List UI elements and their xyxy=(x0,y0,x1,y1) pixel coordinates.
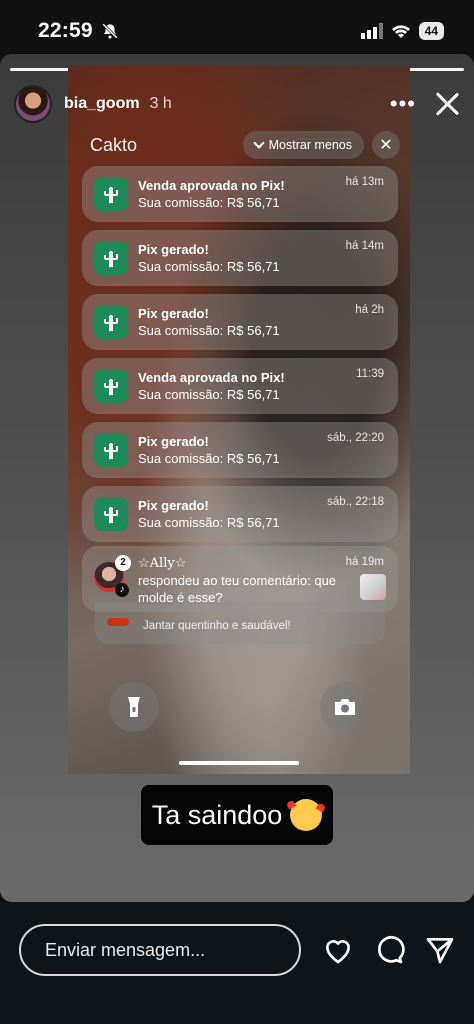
notification-time: sáb., 22:20 xyxy=(327,432,384,444)
notification-time: há 13m xyxy=(345,176,384,188)
notification-card: Venda aprovada no Pix! Sua comissão: R$ 5… xyxy=(82,358,398,414)
wifi-icon xyxy=(391,25,410,38)
notification-title: Venda aprovada no Pix! xyxy=(138,370,285,385)
stacked-app-icon xyxy=(107,618,129,626)
notification-card: Pix gerado! Sua comissão: R$ 56,71 há 2h xyxy=(82,294,398,350)
avatar[interactable] xyxy=(14,85,52,123)
notification-count-badge: 2 xyxy=(115,555,131,571)
message-input[interactable] xyxy=(19,924,301,976)
cactus-icon xyxy=(94,241,128,275)
notification-card: Pix gerado! Sua comissão: R$ 56,71 sáb., 2… xyxy=(82,486,398,542)
notification-body: Sua comissão: R$ 56,71 xyxy=(138,515,280,530)
notification-body: Sua comissão: R$ 56,71 xyxy=(138,323,280,338)
tiktok-notification-body: respondeu ao teu comentário: que molde é… xyxy=(138,573,337,605)
notification-group-header: Cakto Mostrar menos ✕ xyxy=(90,130,400,160)
notification-time: há 2h xyxy=(355,304,384,316)
notification-body: Sua comissão: R$ 56,71 xyxy=(138,451,280,466)
show-less-button: Mostrar menos xyxy=(242,131,364,159)
tiktok-notification-text: ☆Ally☆ respondeu ao teu comentário: que … xyxy=(138,556,360,607)
flashlight-button xyxy=(109,682,159,732)
camera-icon xyxy=(335,699,355,715)
signal-icon xyxy=(360,23,383,39)
story-header: bia_goom 3 h ••• xyxy=(14,84,460,124)
cactus-icon xyxy=(94,369,128,403)
cactus-icon xyxy=(94,433,128,467)
smiling-face-with-hearts-icon xyxy=(290,799,323,831)
tiktok-thumbnail xyxy=(360,574,386,600)
bell-slash-icon xyxy=(101,23,118,39)
story-time-ago: 3 h xyxy=(149,95,172,112)
tiktok-notification: 2 ♪ ☆Ally☆ respondeu ao teu comentário: … xyxy=(82,546,398,612)
close-icon[interactable] xyxy=(434,91,460,117)
notification-body: Sua comissão: R$ 56,71 xyxy=(138,387,280,402)
tiktok-notification-name: ☆Ally☆ xyxy=(138,556,187,571)
story-username[interactable]: bia_goom xyxy=(64,95,140,113)
reply-bar xyxy=(0,902,474,1024)
notification-body: Sua comissão: R$ 56,71 xyxy=(138,259,280,274)
battery-indicator: 44 xyxy=(418,22,444,40)
home-indicator xyxy=(179,761,299,765)
tiktok-notification-time: há 19m xyxy=(345,556,384,568)
comment-icon[interactable] xyxy=(373,934,405,966)
notification-text: Venda aprovada no Pix! Sua comissão: R$ 5… xyxy=(138,370,386,402)
story-caption-text: Ta saindoo xyxy=(151,799,283,830)
status-time: 22:59 xyxy=(38,19,93,42)
group-close-icon: ✕ xyxy=(372,131,400,159)
cactus-icon xyxy=(94,177,128,211)
tiktok-logo-icon: ♪ xyxy=(115,583,129,597)
tiktok-avatar: 2 ♪ xyxy=(94,555,131,597)
stacked-notification-text: Jantar quentinho e saudável! xyxy=(143,620,291,632)
show-less-label: Mostrar menos xyxy=(268,138,352,152)
notification-title: Pix gerado! xyxy=(138,306,209,321)
send-icon[interactable] xyxy=(424,934,456,966)
notification-time: 11:39 xyxy=(356,368,384,380)
chevron-down-icon xyxy=(252,137,265,149)
status-indicators: 44 xyxy=(360,22,444,40)
notification-card: Venda aprovada no Pix! Sua comissão: R$ 5… xyxy=(82,166,398,222)
notification-time: sáb., 22:18 xyxy=(327,496,384,508)
cactus-icon xyxy=(94,305,128,339)
notification-card: Pix gerado! Sua comissão: R$ 56,71 sáb., 2… xyxy=(82,422,398,478)
notification-group-title: Cakto xyxy=(90,134,138,155)
story-caption: Ta saindoo xyxy=(141,785,333,845)
notification-time: há 14m xyxy=(345,240,384,252)
status-time-group: 22:59 xyxy=(38,19,119,43)
notification-body: Sua comissão: R$ 56,71 xyxy=(138,195,280,210)
notification-text: Pix gerado! Sua comissão: R$ 56,71 xyxy=(138,306,386,338)
status-bar: 22:59 44 xyxy=(0,0,474,62)
story-header-actions: ••• xyxy=(390,91,460,117)
notification-card: Pix gerado! Sua comissão: R$ 56,71 há 14m xyxy=(82,230,398,286)
camera-button xyxy=(320,682,370,732)
heart-icon[interactable] xyxy=(322,934,354,966)
flashlight-icon xyxy=(128,697,140,717)
more-options-icon[interactable]: ••• xyxy=(390,93,416,115)
cactus-icon xyxy=(94,497,128,531)
